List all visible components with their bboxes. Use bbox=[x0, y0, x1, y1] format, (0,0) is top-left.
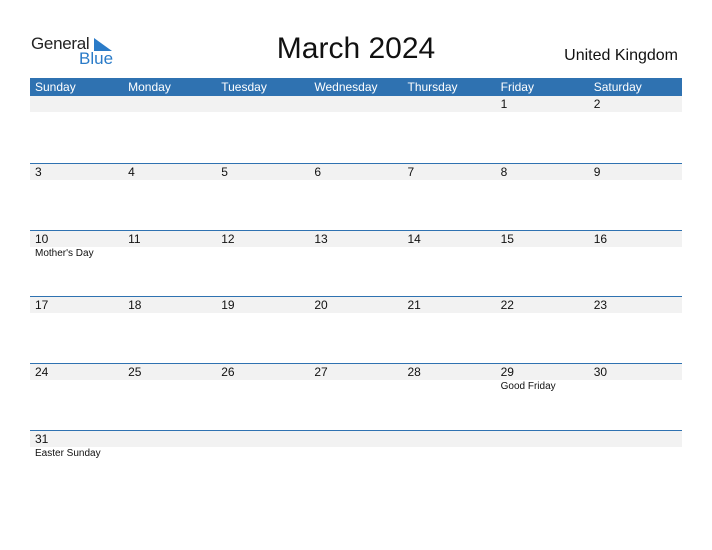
weekday-sunday: Sunday bbox=[35, 80, 76, 94]
holiday-label bbox=[589, 380, 682, 394]
date-strip: 24 25 26 27 28 29 30 bbox=[30, 364, 682, 381]
holiday-label bbox=[123, 380, 216, 394]
day-number: 1 bbox=[500, 97, 508, 111]
day-number bbox=[403, 431, 496, 447]
holiday-label bbox=[309, 447, 402, 461]
date-strip: 12 bbox=[30, 96, 682, 112]
weekday-saturday: Saturday bbox=[593, 80, 642, 94]
holiday-label bbox=[216, 247, 309, 261]
day-number: 27 bbox=[314, 365, 328, 380]
day-number: 7 bbox=[407, 164, 415, 179]
holiday-label bbox=[216, 447, 309, 461]
day-number bbox=[123, 96, 216, 112]
weekday-monday: Monday bbox=[128, 80, 171, 94]
country-label: United Kingdom bbox=[564, 47, 678, 64]
holiday-label bbox=[496, 447, 589, 461]
week-row: 31 Easter Sunday bbox=[30, 429, 682, 497]
day-number bbox=[216, 431, 309, 447]
day-number bbox=[403, 96, 496, 112]
holiday-label: Easter Sunday bbox=[35, 447, 101, 459]
day-number: 19 bbox=[221, 298, 235, 313]
events-row: Easter Sunday bbox=[30, 447, 682, 461]
weeks-container: 1 2 3 4 5 6 7 8 9 10 11 12 13 14 15 16 Mother's Day 17 18 1… bbox=[30, 96, 682, 497]
day-number: 18 bbox=[128, 298, 142, 313]
holiday-label bbox=[496, 247, 589, 261]
day-number bbox=[309, 431, 402, 447]
day-number bbox=[30, 96, 123, 112]
day-number: 2 bbox=[593, 97, 601, 111]
week-row: 24 25 26 27 28 29 30 Good Friday bbox=[30, 363, 682, 430]
date-strip: 17 18 19 20 21 22 23 bbox=[30, 297, 682, 314]
day-number bbox=[496, 431, 589, 447]
date-strip: 31 bbox=[30, 430, 682, 447]
day-number bbox=[589, 431, 682, 447]
day-number: 13 bbox=[314, 231, 328, 246]
holiday-label bbox=[309, 247, 402, 261]
day-number: 23 bbox=[593, 298, 608, 313]
day-number: 16 bbox=[593, 231, 608, 246]
day-number: 6 bbox=[314, 164, 322, 179]
holiday-label bbox=[216, 380, 309, 394]
day-number: 11 bbox=[128, 231, 141, 246]
week-row: 3 4 5 6 7 8 9 bbox=[30, 162, 682, 230]
day-number: 25 bbox=[128, 365, 142, 380]
holiday-label bbox=[403, 380, 496, 394]
day-number bbox=[123, 431, 216, 447]
holiday-label bbox=[309, 380, 402, 394]
weekday-wednesday: Wednesday bbox=[314, 80, 378, 94]
week-row: 10 11 12 13 14 15 16 Mother's Day bbox=[30, 229, 682, 297]
weekday-friday: Friday bbox=[500, 80, 534, 94]
day-number: 30 bbox=[593, 365, 608, 380]
events-row: Good Friday bbox=[30, 380, 682, 394]
date-strip: 3 4 5 6 7 8 9 bbox=[30, 163, 682, 180]
day-number: 31 bbox=[35, 431, 49, 446]
holiday-label bbox=[589, 247, 682, 261]
day-number: 28 bbox=[407, 365, 421, 380]
day-number: 21 bbox=[407, 298, 421, 313]
weekday-header-row: Sunday Monday Tuesday Wednesday Thursday… bbox=[30, 78, 682, 96]
weekday-thursday: Thursday bbox=[407, 80, 458, 94]
holiday-label bbox=[403, 447, 496, 461]
holiday-label: Mother's Day bbox=[35, 247, 94, 259]
events-row: Mother's Day bbox=[30, 247, 682, 261]
day-number: 15 bbox=[500, 231, 514, 246]
calendar-grid: Sunday Monday Tuesday Wednesday Thursday… bbox=[30, 78, 682, 497]
day-number: 12 bbox=[221, 231, 235, 246]
day-number bbox=[216, 96, 309, 112]
day-number: 14 bbox=[407, 231, 421, 246]
holiday-label bbox=[123, 247, 216, 261]
day-number: 24 bbox=[35, 365, 49, 380]
day-number: 17 bbox=[35, 298, 49, 313]
day-number: 26 bbox=[221, 365, 235, 380]
day-number: 3 bbox=[35, 164, 42, 179]
week-row: 12 bbox=[30, 96, 682, 163]
weekday-tuesday: Tuesday bbox=[221, 80, 267, 94]
day-number: 22 bbox=[500, 298, 514, 313]
day-number: 4 bbox=[128, 164, 135, 179]
day-number: 20 bbox=[314, 298, 328, 313]
day-number: 5 bbox=[221, 164, 228, 179]
day-number: 29 bbox=[500, 365, 514, 380]
week-row: 17 18 19 20 21 22 23 bbox=[30, 296, 682, 363]
date-strip: 10 11 12 13 14 15 16 bbox=[30, 230, 682, 247]
holiday-label bbox=[589, 447, 682, 461]
day-number bbox=[309, 96, 402, 112]
day-number: 10 bbox=[35, 231, 49, 246]
day-number: 8 bbox=[500, 164, 508, 179]
holiday-label bbox=[123, 447, 216, 461]
holiday-label bbox=[30, 380, 123, 394]
day-number: 9 bbox=[593, 164, 601, 179]
holiday-label: Good Friday bbox=[500, 381, 556, 393]
holiday-label bbox=[403, 247, 496, 261]
